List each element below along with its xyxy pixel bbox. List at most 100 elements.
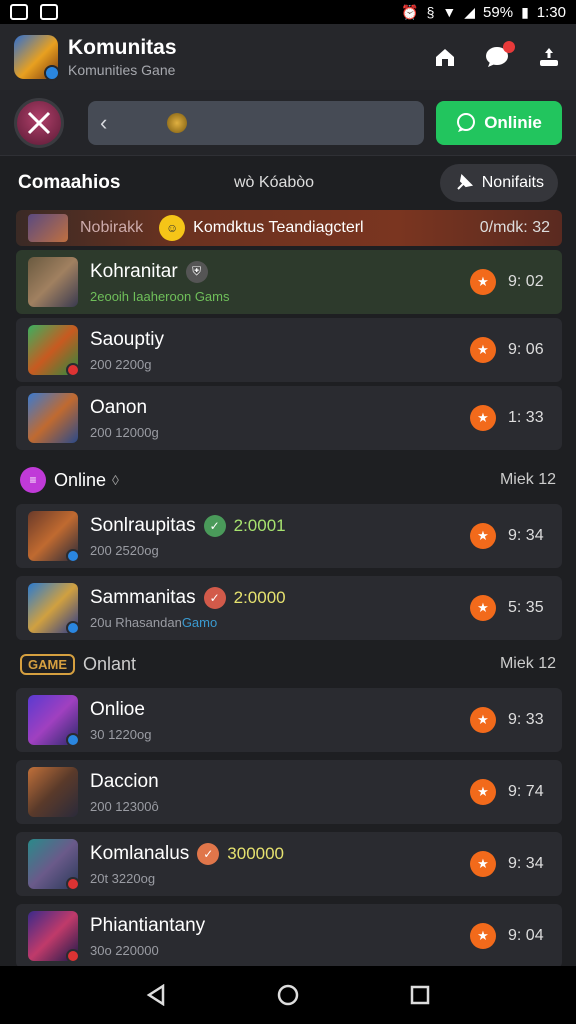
avatar[interactable]: [14, 97, 64, 148]
online-button[interactable]: Onlinie: [436, 100, 562, 145]
list-item[interactable]: Sonlraupitas ✓ 2:0001 200 2520og ★ 9: 34: [16, 504, 562, 568]
game-thumbnail: [28, 257, 78, 307]
list-item[interactable]: Sammanitas ✓ 2:0000 20u RhasandanGamo ★ …: [16, 576, 562, 640]
list-item[interactable]: Komlanalus ✓ 300000 20t 3220og ★ 9: 34: [16, 832, 562, 896]
chat-icon: [457, 112, 476, 132]
star-icon[interactable]: ★: [470, 779, 496, 805]
list-item[interactable]: Oanon 200 12000g ★ 1: 33: [16, 386, 562, 450]
item-title: Saouptiy: [90, 328, 164, 350]
item-title: Oanon: [90, 396, 148, 418]
star-icon[interactable]: ★: [470, 523, 496, 549]
system-nav-bar: [0, 966, 576, 1024]
game-thumbnail: [28, 839, 80, 891]
filter-row: Comaahios wò Kóabòo Nonifaits: [0, 160, 576, 206]
home-circle-icon: [277, 984, 299, 1006]
item-subtitle: 200 2200g: [90, 356, 152, 372]
list-item[interactable]: Daccion 200 12300ô ★ 9: 74: [16, 760, 562, 824]
nav-home-button[interactable]: [268, 975, 308, 1015]
star-icon[interactable]: ★: [470, 337, 496, 363]
game-thumbnail: [28, 911, 80, 963]
messages-button[interactable]: [484, 41, 515, 70]
item-title: Daccion: [90, 770, 159, 792]
recents-square-icon: [410, 985, 430, 1005]
image-notification-icon: [40, 4, 58, 20]
app-logo: [14, 35, 60, 81]
item-time: 9: 04: [508, 927, 544, 944]
app-title: Komunitas: [68, 36, 177, 59]
alarm-icon: ⏰: [401, 3, 419, 20]
profile-button[interactable]: [536, 44, 562, 70]
status-badge-icon: [66, 363, 80, 377]
star-icon[interactable]: ★: [470, 851, 496, 877]
photo-notification-icon: [10, 4, 28, 20]
item-subtitle: 200 2520og: [90, 542, 159, 558]
nav-recents-button[interactable]: [400, 975, 440, 1015]
section-header-game: GAME Onlant Miek 12: [20, 648, 556, 680]
item-subtitle: 30 1220og: [90, 726, 152, 742]
section-header-online: ≡ Online ◊ Miek 12: [20, 464, 556, 496]
section-title: Online: [54, 469, 107, 490]
item-title: Sammanitas: [90, 586, 196, 608]
list-item[interactable]: Kohranitar ⛨ 2eooih Iaaheroon Gams ★ 9: …: [16, 250, 562, 314]
online-button-label: Onlinie: [484, 112, 542, 132]
star-icon[interactable]: ★: [470, 269, 496, 295]
game-thumbnail: [28, 511, 80, 563]
item-subtitle: 200 12000g: [90, 424, 159, 440]
item-subtitle: 200 12300ô: [90, 798, 159, 814]
signal-icon: ◢: [464, 3, 476, 20]
shield-icon: ⛨: [185, 260, 208, 283]
item-subtitle: 30o 220000: [90, 942, 159, 958]
list-item[interactable]: Onlioe 30 1220og ★ 9: 33: [16, 688, 562, 752]
item-title: Sonlraupitas: [90, 514, 196, 536]
user-upload-icon: [540, 48, 558, 66]
item-time: 9: 74: [508, 783, 544, 800]
chat-lines-icon: ≡: [20, 467, 46, 493]
banner-text: Komdktus Teandiagcterl: [193, 219, 364, 236]
search-row: ‹ Onlinie: [0, 90, 576, 156]
list-item[interactable]: Phiantiantany 30o 220000 ★ 9: 04: [16, 904, 562, 968]
banner-label: Nobirakk: [80, 219, 144, 236]
section-right: Miek 12: [499, 655, 556, 672]
section-right: Miek 12: [499, 471, 556, 488]
banner-right: 0/mdk: 32: [479, 219, 550, 236]
check-icon: ✓: [197, 842, 220, 865]
info-icon: ◊: [112, 472, 119, 488]
item-subtitle-tag: Gamo: [181, 614, 218, 630]
home-icon: [436, 49, 454, 66]
star-icon[interactable]: ★: [470, 923, 496, 949]
item-subtitle: 20t 3220og: [90, 870, 156, 886]
featured-banner[interactable]: Nobirakk ☺ Komdktus Teandiagcterl 0/mdk:…: [16, 210, 562, 246]
nav-back-button[interactable]: [136, 975, 176, 1015]
list-item[interactable]: Saouptiy 200 2200g ★ 9: 06: [16, 318, 562, 382]
item-time: 9: 34: [508, 855, 544, 872]
ball-icon: [167, 112, 188, 133]
item-points: 2:0000: [233, 587, 286, 607]
app-header: Komunitas Komunities Gane: [0, 24, 576, 90]
status-bar: ⏰ § ▼ ◢ 59% ▮ 1:30: [0, 0, 576, 24]
section-title: Onlant: [83, 653, 137, 674]
notifications-button[interactable]: Nonifaits: [439, 164, 558, 202]
app-subtitle: Komunities Gane: [68, 62, 176, 78]
home-button[interactable]: [432, 44, 458, 70]
game-thumbnail: [28, 767, 78, 817]
star-icon[interactable]: ★: [470, 707, 496, 733]
clock: 1:30: [536, 3, 566, 21]
item-title: Komlanalus: [90, 842, 190, 864]
vibrate-icon: §: [426, 4, 435, 20]
game-thumbnail: [28, 695, 80, 747]
status-badge-icon: [66, 877, 80, 891]
banner-thumbnail: [28, 214, 68, 242]
star-icon[interactable]: ★: [470, 595, 496, 621]
back-chevron-icon[interactable]: ‹: [100, 110, 107, 136]
game-thumbnail: [28, 393, 78, 443]
item-time: 9: 06: [508, 341, 544, 358]
star-icon[interactable]: ★: [470, 405, 496, 431]
game-tag: GAME: [20, 653, 75, 675]
status-badge-icon: [66, 621, 80, 635]
item-points: 300000: [227, 843, 285, 863]
search-input[interactable]: ‹: [88, 100, 424, 145]
verified-badge-icon: [44, 65, 60, 81]
item-title: Phiantiantany: [90, 914, 206, 936]
item-time: 1: 33: [508, 409, 544, 426]
item-time: 9: 02: [508, 273, 544, 290]
